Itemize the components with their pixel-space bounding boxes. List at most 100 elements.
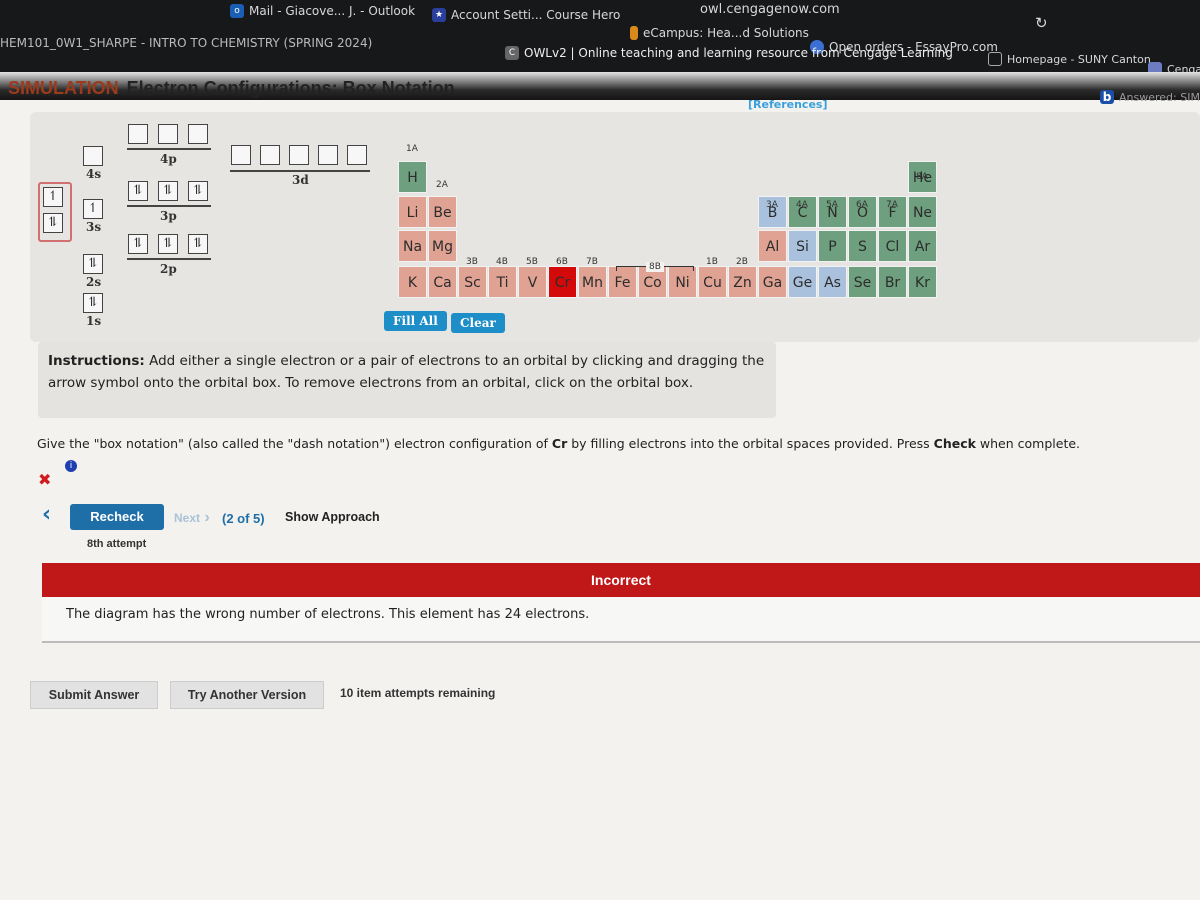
feedback-status-bar: Incorrect xyxy=(42,563,1200,597)
element-Mn[interactable]: Mn xyxy=(578,266,607,298)
orbital-box-4p[interactable] xyxy=(188,124,208,144)
try-another-version-button[interactable]: Try Another Version xyxy=(170,681,324,709)
element-Ti[interactable]: Ti xyxy=(488,266,517,298)
orbital-line xyxy=(127,205,211,207)
orbital-box-3p[interactable]: ⥮ xyxy=(158,181,178,201)
q-mid: by filling electrons into the orbital sp… xyxy=(567,436,934,451)
tab-owl[interactable]: C OWLv2 | Online teaching and learning re… xyxy=(505,46,953,60)
fill-all-button[interactable]: Fill All xyxy=(384,311,447,331)
q-post: when complete. xyxy=(975,436,1081,451)
element-P[interactable]: P xyxy=(818,230,847,262)
orbital-box-3d[interactable] xyxy=(289,145,309,165)
element-H[interactable]: H xyxy=(398,161,427,193)
orbital-box-4s[interactable] xyxy=(83,146,103,166)
element-Kr[interactable]: Kr xyxy=(908,266,937,298)
group-label: 2A xyxy=(436,180,448,190)
bookmark-suny[interactable]: Homepage - SUNY Canton xyxy=(988,52,1151,66)
clear-button[interactable]: Clear xyxy=(451,313,505,333)
element-Na[interactable]: Na xyxy=(398,230,427,262)
next-button[interactable]: Next › xyxy=(174,509,210,527)
element-Mg[interactable]: Mg xyxy=(428,230,457,262)
references-link[interactable]: [References] xyxy=(748,98,827,111)
bookmark-label: Account Setti... Course Hero xyxy=(451,8,621,22)
group-label: 6A xyxy=(856,200,868,210)
simulation-panel xyxy=(30,112,1200,342)
show-approach-link[interactable]: Show Approach xyxy=(285,510,380,524)
info-icon[interactable]: i xyxy=(65,460,77,472)
orbital-box-2p[interactable]: ⥮ xyxy=(158,234,178,254)
element-Ne[interactable]: Ne xyxy=(908,196,937,228)
answered-tab[interactable]: b Answered: SIMUL xyxy=(1100,90,1200,104)
element-Sc[interactable]: Sc xyxy=(458,266,487,298)
bookmark-label: eCampus: Hea...d Solutions xyxy=(643,26,809,40)
element-Al[interactable]: Al xyxy=(758,230,787,262)
orbital-box-3d[interactable] xyxy=(347,145,367,165)
element-As[interactable]: As xyxy=(818,266,847,298)
next-chevron-icon: › xyxy=(200,509,210,526)
orbital-line xyxy=(230,170,370,172)
orbital-label: 3d xyxy=(292,173,309,187)
element-V[interactable]: V xyxy=(518,266,547,298)
element-Ga[interactable]: Ga xyxy=(758,266,787,298)
group-label: 1A xyxy=(406,144,418,154)
q-check: Check xyxy=(933,436,976,451)
tab-course[interactable]: HEM101_0W1_SHARPE - INTRO TO CHEMISTRY (… xyxy=(0,36,372,50)
element-Cr[interactable]: Cr xyxy=(548,266,577,298)
group-label: 6B xyxy=(556,257,568,267)
group-label: 3B xyxy=(466,257,478,267)
orbital-box-3p[interactable]: ⥮ xyxy=(188,181,208,201)
orbital-box-3d[interactable] xyxy=(231,145,251,165)
bookmark-coursehero[interactable]: ★ Account Setti... Course Hero xyxy=(432,8,620,22)
orbital-box-1s[interactable]: ⥮ xyxy=(83,293,103,313)
element-Ar[interactable]: Ar xyxy=(908,230,937,262)
submit-answer-button[interactable]: Submit Answer xyxy=(30,681,158,709)
orbital-box-2s[interactable]: ⥮ xyxy=(83,254,103,274)
instructions-box: Instructions: Add either a single electr… xyxy=(38,342,776,418)
suny-icon xyxy=(988,52,1002,66)
orbital-box-3d[interactable] xyxy=(260,145,280,165)
browser-chrome: owl.cengagenow.com ↻ o Mail - Giacove... … xyxy=(0,0,1200,76)
element-Ge[interactable]: Ge xyxy=(788,266,817,298)
element-Cu[interactable]: Cu xyxy=(698,266,727,298)
group-label: 8B xyxy=(646,262,664,272)
orbital-box-4p[interactable] xyxy=(158,124,178,144)
bookmark-outlook[interactable]: o Mail - Giacove... J. - Outlook xyxy=(230,4,415,18)
arrow-source-single[interactable]: ↿ xyxy=(43,187,63,207)
q-pre: Give the "box notation" (also called the… xyxy=(37,436,552,451)
question-text: Give the "box notation" (also called the… xyxy=(37,436,1080,451)
recheck-button[interactable]: Recheck xyxy=(70,504,164,530)
page-title: SIMULATION Electron Configurations: Box N… xyxy=(8,78,455,99)
orbital-label: 3p xyxy=(160,209,177,223)
url-bar[interactable]: owl.cengagenow.com xyxy=(700,2,840,17)
orbital-box-4p[interactable] xyxy=(128,124,148,144)
orbital-box-3s[interactable]: ↿ xyxy=(83,199,103,219)
element-Br[interactable]: Br xyxy=(878,266,907,298)
incorrect-x-icon: ✖ xyxy=(38,470,52,489)
element-S[interactable]: S xyxy=(848,230,877,262)
progress-indicator: (2 of 5) xyxy=(222,511,265,526)
element-Si[interactable]: Si xyxy=(788,230,817,262)
element-Zn[interactable]: Zn xyxy=(728,266,757,298)
element-Ca[interactable]: Ca xyxy=(428,266,457,298)
orbital-label: 2p xyxy=(160,262,177,276)
element-Be[interactable]: Be xyxy=(428,196,457,228)
orbital-box-3d[interactable] xyxy=(318,145,338,165)
orbital-box-3p[interactable]: ⥮ xyxy=(128,181,148,201)
next-label: Next xyxy=(174,511,201,525)
element-Cl[interactable]: Cl xyxy=(878,230,907,262)
orbital-box-2p[interactable]: ⥮ xyxy=(128,234,148,254)
group-label: 2B xyxy=(736,257,748,267)
arrow-source-pair[interactable]: ⥮ xyxy=(43,213,63,233)
orbital-label: 3s xyxy=(86,220,102,234)
element-Li[interactable]: Li xyxy=(398,196,427,228)
bookmark-label: Homepage - SUNY Canton xyxy=(1007,52,1151,66)
previous-chevron-icon[interactable]: ‹ xyxy=(42,502,51,527)
reload-icon[interactable]: ↻ xyxy=(1035,14,1048,32)
q-element: Cr xyxy=(551,436,568,451)
cengage-c-icon: C xyxy=(505,46,519,60)
group-label: 5B xyxy=(526,257,538,267)
bookmark-ecampus[interactable]: eCampus: Hea...d Solutions xyxy=(630,26,809,40)
element-Se[interactable]: Se xyxy=(848,266,877,298)
element-K[interactable]: K xyxy=(398,266,427,298)
orbital-box-2p[interactable]: ⥮ xyxy=(188,234,208,254)
